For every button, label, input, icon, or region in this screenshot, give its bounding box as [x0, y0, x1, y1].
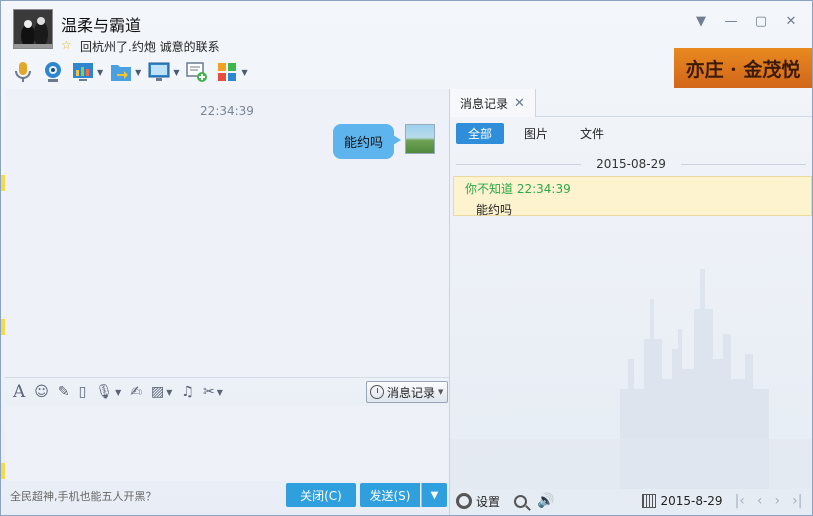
- clock-icon: [370, 385, 384, 399]
- ad-tip-link[interactable]: 全民超神,手机也能五人开黑？: [10, 488, 157, 504]
- filter-all[interactable]: 全部: [456, 123, 505, 144]
- music-icon[interactable]: ♫: [181, 384, 194, 400]
- divider: [456, 164, 581, 165]
- close-icon[interactable]: ✕: [514, 96, 525, 111]
- star-icon: ☆: [61, 38, 72, 52]
- skyline-background: [450, 269, 812, 489]
- settings-label: 设置: [476, 494, 501, 509]
- history-entry[interactable]: 你不知道 22:34:39 能约吗: [453, 176, 812, 217]
- contact-signature: 回杭州了.约炮 诚意的联系: [80, 40, 220, 54]
- send-options-button[interactable]: ▼: [421, 483, 447, 507]
- history-entry-text: 能约吗: [476, 203, 513, 217]
- minimize-icon[interactable]: —: [716, 11, 746, 31]
- more-apps-button[interactable]: ▼: [215, 59, 248, 85]
- close-button[interactable]: 关闭(C): [286, 483, 356, 507]
- gear-icon: [456, 493, 472, 509]
- calendar-icon: [642, 494, 657, 508]
- message-input[interactable]: [5, 406, 449, 481]
- grid-apps-icon: [218, 63, 237, 81]
- chevron-down-icon[interactable]: ▼: [173, 68, 179, 77]
- previous-page-icon[interactable]: ‹: [757, 493, 763, 509]
- speaker-icon[interactable]: 🔊: [537, 493, 554, 509]
- chevron-down-icon[interactable]: ▼: [166, 388, 172, 397]
- send-button[interactable]: 发送(S): [360, 483, 420, 507]
- monitor-icon: [148, 62, 170, 81]
- maximize-icon[interactable]: ▢: [746, 11, 776, 31]
- filter-files[interactable]: 文件: [568, 123, 616, 144]
- chevron-down-icon: ▼: [438, 388, 444, 396]
- date-separator-label: 2015-08-29: [596, 157, 666, 171]
- emoji-icon[interactable]: ☺: [34, 384, 49, 400]
- chat-add-icon: [186, 62, 208, 82]
- date-picker-value: 2015-8-29: [660, 494, 723, 508]
- remote-desktop-button[interactable]: ▼: [147, 59, 179, 85]
- edit-icon[interactable]: ✍: [130, 384, 142, 400]
- message-bubble[interactable]: 能约吗: [332, 124, 402, 159]
- divider: [681, 164, 806, 165]
- date-picker[interactable]: 2015-8-29: [554, 494, 723, 508]
- bottom-bar: 全民超神,手机也能五人开黑？ 关闭(C) 发送(S) ▼: [5, 481, 449, 511]
- webcam-icon: [45, 62, 61, 82]
- close-icon[interactable]: ✕: [776, 11, 806, 31]
- date-separator: 2015-08-29: [450, 157, 812, 171]
- chevron-down-icon[interactable]: ▼: [135, 68, 141, 77]
- history-bottom-bar: 设置 🔊 2015-8-29 |‹ ‹ › ›|: [450, 487, 812, 515]
- my-avatar[interactable]: [405, 124, 435, 154]
- chevron-down-icon[interactable]: ▼: [241, 68, 247, 77]
- shake-window-icon[interactable]: ▯: [79, 384, 87, 400]
- microphone-icon: [15, 62, 31, 82]
- app-chart-button[interactable]: ▼: [71, 59, 103, 85]
- tab-label: 消息记录: [460, 96, 509, 111]
- magic-wand-icon[interactable]: ✎: [58, 384, 70, 400]
- filter-images[interactable]: 图片: [512, 123, 560, 144]
- contact-name[interactable]: 温柔与霸道: [61, 12, 141, 36]
- message-list: 22:34:39 能约吗: [5, 89, 449, 377]
- search-icon[interactable]: [514, 494, 528, 508]
- chevron-down-icon[interactable]: ▼: [97, 68, 103, 77]
- history-filters: 全部 图片 文件: [456, 123, 616, 144]
- message-timestamp: 22:34:39: [200, 104, 254, 118]
- voice-call-button[interactable]: [11, 59, 35, 85]
- divider: [536, 116, 812, 117]
- tab-message-history[interactable]: 消息记录 ✕: [450, 89, 536, 117]
- folder-transfer-icon: [111, 65, 132, 81]
- history-entry-sender: 你不知道 22:34:39: [465, 182, 571, 196]
- contact-avatar[interactable]: [13, 9, 53, 49]
- ad-banner[interactable]: 亦庄 · 金茂悦: [674, 48, 812, 88]
- chat-header: 温柔与霸道 ☆ 回杭州了.约炮 诚意的联系 ▼ — ▢ ✕ ▼ ▼ ▼ ▼ 亦庄…: [1, 1, 812, 89]
- image-icon[interactable]: ▨ ▼: [151, 384, 172, 400]
- message-history-button[interactable]: 消息记录 ▼: [366, 381, 448, 403]
- history-panel: 消息记录 ✕ 全部 图片 文件 2015-08-29 你不知道 22:34:39…: [450, 89, 812, 515]
- chat-toolbar: ▼ ▼ ▼ ▼: [11, 58, 248, 86]
- first-page-icon[interactable]: |‹: [735, 493, 745, 509]
- message-history-label: 消息记录: [387, 385, 436, 400]
- last-page-icon[interactable]: ›|: [792, 493, 802, 509]
- window-controls: ▼ — ▢ ✕: [686, 11, 806, 31]
- chevron-down-icon[interactable]: ▼: [217, 388, 223, 397]
- send-file-button[interactable]: ▼: [109, 59, 141, 85]
- scissors-icon[interactable]: ✂ ▼: [203, 384, 223, 400]
- chevron-down-icon: ▼: [430, 489, 439, 501]
- voice-message-icon[interactable]: 🎙 ▼: [95, 384, 121, 400]
- chevron-down-icon[interactable]: ▼: [115, 388, 121, 397]
- create-discussion-button[interactable]: [185, 59, 209, 85]
- settings-button[interactable]: 设置: [450, 493, 500, 510]
- app-chart-icon: [73, 63, 93, 81]
- video-call-button[interactable]: [41, 59, 65, 85]
- dropdown-icon[interactable]: ▼: [686, 11, 716, 31]
- font-icon[interactable]: A: [13, 382, 25, 402]
- chat-window: 温柔与霸道 ☆ 回杭州了.约炮 诚意的联系 ▼ — ▢ ✕ ▼ ▼ ▼ ▼ 亦庄…: [0, 0, 813, 516]
- next-page-icon[interactable]: ›: [775, 493, 781, 509]
